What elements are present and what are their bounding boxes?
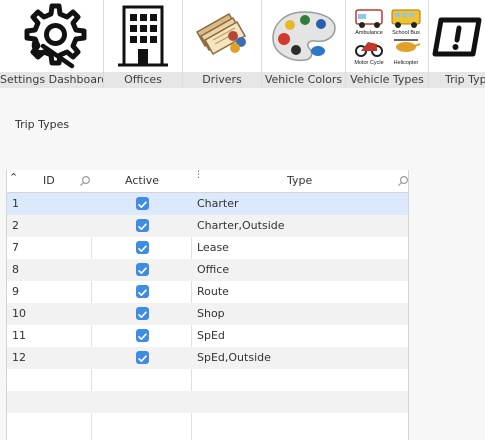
column-header-type[interactable]: Type [287, 170, 312, 192]
cell-id: 8 [12, 263, 19, 276]
cell-id: 10 [12, 307, 26, 320]
gear-wrench-icon [0, 0, 103, 72]
search-icon[interactable] [79, 175, 91, 187]
settings-toolbar: Settings Dashboard Offices Drivers Vehic… [0, 0, 485, 88]
section-title: Trip Types [15, 118, 70, 131]
active-checkbox[interactable] [136, 307, 149, 320]
table-row[interactable]: 9 Route [7, 281, 408, 303]
vehicle-caption: Helicopter [394, 60, 419, 66]
cell-type: Shop [197, 307, 225, 320]
toolbar-label: Vehicle Types [346, 72, 428, 88]
empty-row[interactable] [7, 391, 408, 413]
toolbar-vehicle-types[interactable]: Ambulance School Bus Motor Cycle Helicop… [346, 0, 429, 88]
vehicle-caption: Ambulance [355, 30, 383, 36]
cell-type: Office [197, 263, 230, 276]
active-checkbox[interactable] [136, 219, 149, 232]
toolbar-label: Offices [104, 72, 182, 88]
toolbar-settings-dashboard[interactable]: Settings Dashboard [0, 0, 104, 88]
toolbar-drivers[interactable]: Drivers [183, 0, 262, 88]
cell-id: 2 [12, 219, 19, 232]
toolbar-trip-types[interactable]: Trip Typ [429, 0, 485, 88]
cell-type: Route [197, 285, 229, 298]
active-checkbox[interactable] [136, 329, 149, 342]
table-row[interactable]: 7 Lease [7, 237, 408, 259]
active-checkbox[interactable] [136, 285, 149, 298]
toolbar-label: Vehicle Colors [262, 72, 345, 88]
cell-type: SpEd,Outside [197, 351, 271, 364]
active-checkbox[interactable] [136, 197, 149, 210]
collapse-up-icon[interactable]: ⌃ [9, 171, 18, 185]
active-checkbox[interactable] [136, 241, 149, 254]
toolbar-label: Trip Typ [429, 72, 485, 88]
cell-id: 1 [12, 197, 19, 210]
vehicle-caption: School Bus [392, 30, 420, 36]
office-building-icon [104, 0, 182, 72]
table-row[interactable]: 8 Office [7, 259, 408, 281]
trip-types-icon [429, 0, 485, 72]
empty-row[interactable] [7, 413, 408, 435]
cell-id: 7 [12, 241, 19, 254]
toolbar-offices[interactable]: Offices [104, 0, 183, 88]
table-row[interactable]: 1 Charter [7, 193, 408, 215]
cell-id: 9 [12, 285, 19, 298]
search-icon[interactable] [397, 175, 409, 187]
vehicle-types-icon: Ambulance School Bus Motor Cycle Helicop… [346, 0, 428, 72]
toolbar-vehicle-colors[interactable]: Vehicle Colors [262, 0, 346, 88]
drivers-icon [183, 0, 261, 72]
toolbar-label: Settings Dashboard [0, 72, 103, 88]
vehicle-caption: Motor Cycle [354, 60, 383, 66]
cell-type: Charter [197, 197, 239, 210]
grid-header: ⌃ ID Active ⋮ Type [7, 170, 408, 193]
active-checkbox[interactable] [136, 351, 149, 364]
cell-type: Charter,Outside [197, 219, 285, 232]
column-resize-icon[interactable]: ⋮ [194, 171, 203, 180]
toolbar-label: Drivers [183, 72, 261, 88]
active-checkbox[interactable] [136, 263, 149, 276]
cell-type: SpEd [197, 329, 225, 342]
empty-row[interactable] [7, 369, 408, 391]
cell-type: Lease [197, 241, 229, 254]
cell-id: 11 [12, 329, 26, 342]
trip-types-grid: ⌃ ID Active ⋮ Type 1 Charter 2 Charter,Outs… [6, 170, 409, 440]
column-header-id[interactable]: ID [43, 170, 55, 192]
color-palette-icon [262, 0, 345, 72]
table-row[interactable]: 2 Charter,Outside [7, 215, 408, 237]
table-row[interactable]: 12 SpEd,Outside [7, 347, 408, 369]
table-row[interactable]: 10 Shop [7, 303, 408, 325]
column-header-active[interactable]: Active [125, 170, 159, 192]
cell-id: 12 [12, 351, 26, 364]
table-row[interactable]: 11 SpEd [7, 325, 408, 347]
